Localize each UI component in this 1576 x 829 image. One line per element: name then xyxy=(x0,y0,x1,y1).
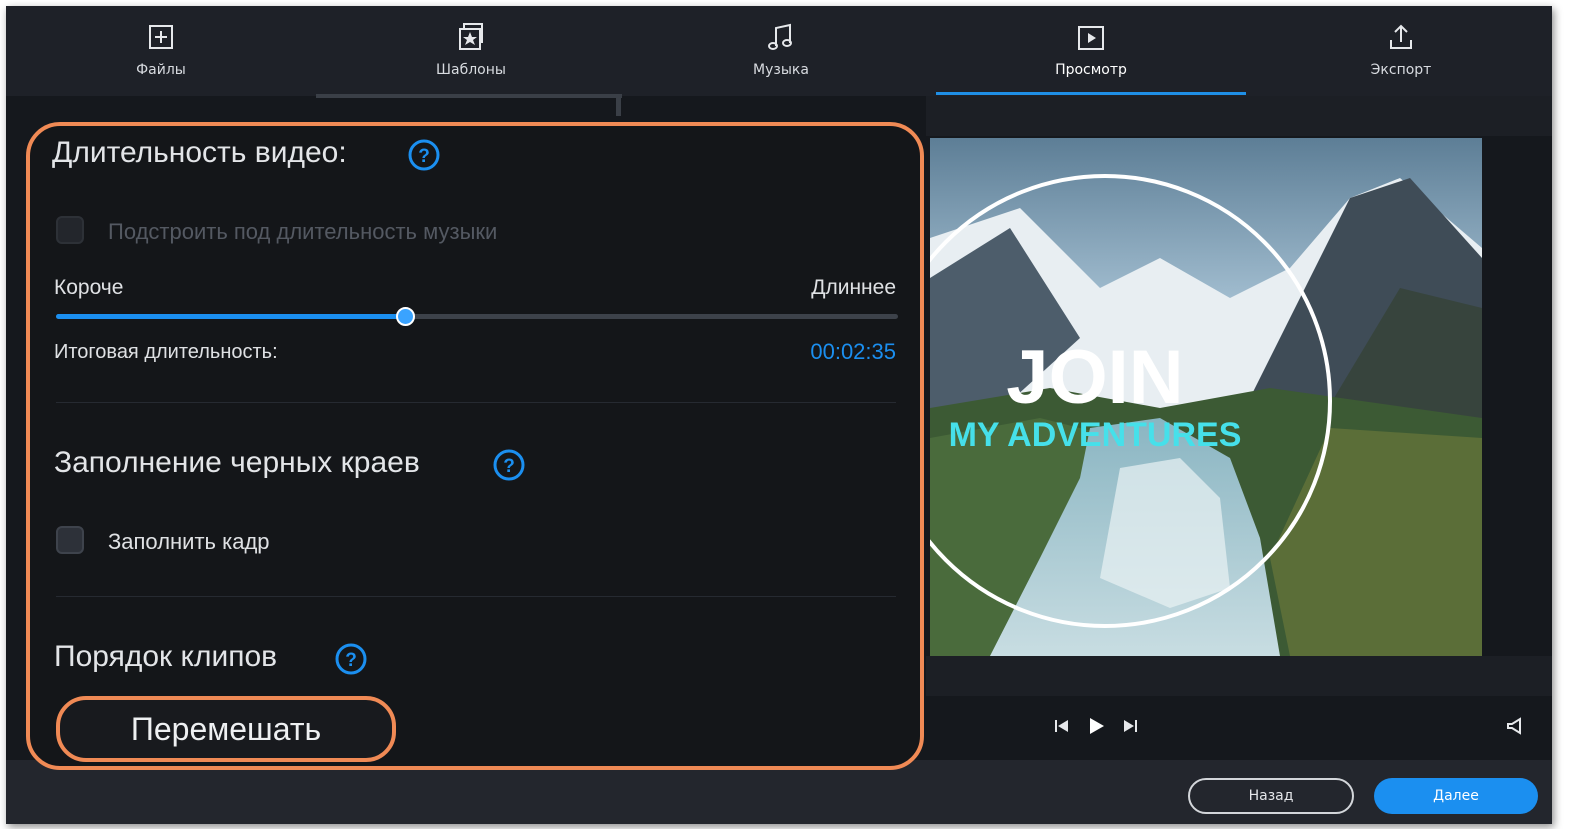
playback-controls xyxy=(926,696,1552,760)
duration-heading: Длительность видео: xyxy=(52,136,347,169)
next-button[interactable]: Далее xyxy=(1374,778,1538,814)
svg-text:?: ? xyxy=(418,146,430,167)
templates-icon xyxy=(459,23,483,50)
section-divider xyxy=(56,596,896,597)
volume-icon[interactable] xyxy=(1504,714,1528,738)
tab-files[interactable]: Файлы xyxy=(6,6,316,96)
shuffle-button[interactable]: Перемешать xyxy=(56,696,396,762)
tab-label: Просмотр xyxy=(1055,62,1127,78)
skip-forward-icon[interactable] xyxy=(1118,714,1142,738)
add-file-icon xyxy=(149,25,173,49)
tab-music[interactable]: Музыка xyxy=(626,6,936,96)
skip-back-icon[interactable] xyxy=(1050,714,1074,738)
duration-slider[interactable] xyxy=(56,307,898,326)
svg-text:?: ? xyxy=(503,456,515,477)
tab-preview[interactable]: Просмотр xyxy=(936,6,1246,96)
fit-music-checkbox[interactable] xyxy=(56,216,84,244)
preview-subtitle: MY ADVENTURES xyxy=(949,416,1242,454)
preview-header xyxy=(926,96,1552,136)
export-icon xyxy=(1390,24,1412,49)
help-icon[interactable]: ? xyxy=(493,449,525,481)
back-button[interactable]: Назад xyxy=(1188,778,1354,814)
tab-label: Музыка xyxy=(753,62,809,78)
tab-templates[interactable]: Шаблоны xyxy=(316,6,626,96)
help-icon[interactable]: ? xyxy=(408,139,440,171)
music-icon xyxy=(768,23,792,50)
preview-timeline-bar xyxy=(926,656,1552,696)
tab-export[interactable]: Экспорт xyxy=(1246,6,1552,96)
settings-panel: Длительность видео: ? Подстроить под дли… xyxy=(26,122,924,770)
shorter-label: Короче xyxy=(54,276,124,299)
top-navigation: Файлы Шаблоны Музыка Просмотр Экспорт xyxy=(6,6,1552,96)
fill-frame-checkbox[interactable] xyxy=(56,526,84,554)
svg-text:?: ? xyxy=(345,650,357,671)
tab-label: Экспорт xyxy=(1370,62,1432,78)
fill-edges-heading: Заполнение черных краев xyxy=(54,446,420,479)
slider-handle[interactable] xyxy=(396,307,416,326)
slider-fill xyxy=(56,314,406,319)
video-preview[interactable]: JOIN MY ADVENTURES xyxy=(930,138,1482,656)
play-preview-icon xyxy=(1078,26,1104,50)
tab-label: Шаблоны xyxy=(436,62,506,78)
fit-music-label: Подстроить под длительность музыки xyxy=(108,219,498,244)
longer-label: Длиннее xyxy=(811,276,896,299)
tab-label: Файлы xyxy=(136,62,186,78)
divider xyxy=(316,94,622,98)
app-window: Файлы Шаблоны Музыка Просмотр Экспорт JO… xyxy=(6,6,1552,824)
active-tab-indicator xyxy=(936,92,1246,95)
section-divider xyxy=(56,402,896,403)
clip-order-heading: Порядок клипов xyxy=(54,640,278,673)
total-duration-label: Итоговая длительность: xyxy=(54,341,278,363)
total-duration-value: 00:02:35 xyxy=(810,339,896,364)
preview-title: JOIN xyxy=(1006,335,1183,420)
play-icon[interactable] xyxy=(1084,714,1108,738)
divider xyxy=(616,94,621,116)
fill-frame-label: Заполнить кадр xyxy=(108,529,270,554)
help-icon[interactable]: ? xyxy=(335,643,367,675)
preview-image: JOIN MY ADVENTURES xyxy=(930,138,1482,656)
